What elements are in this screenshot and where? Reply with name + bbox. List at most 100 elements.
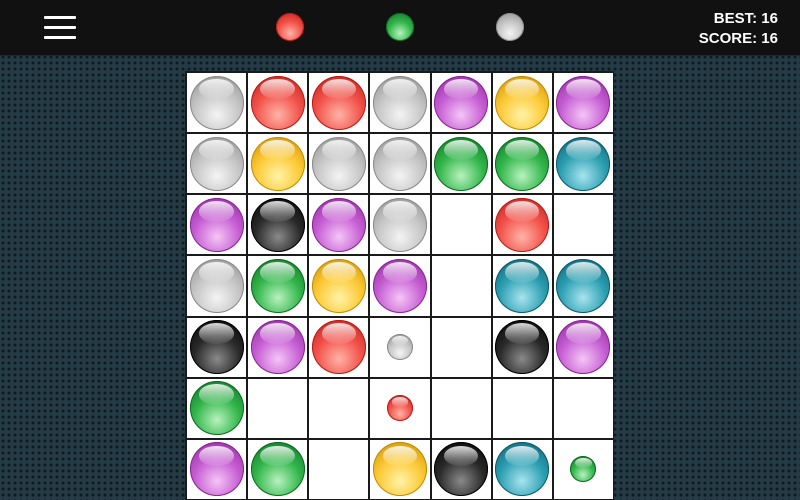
green-ball[interactable] <box>495 136 550 191</box>
gray-ball[interactable] <box>372 197 427 252</box>
game-board <box>185 71 614 500</box>
green-ball[interactable] <box>434 136 489 191</box>
board-cell[interactable] <box>370 134 430 194</box>
current-score: SCORE: 16 <box>698 30 778 47</box>
board-cell[interactable] <box>370 256 430 316</box>
green-ball[interactable] <box>250 442 305 497</box>
board-cell[interactable] <box>248 439 308 499</box>
red-ball[interactable] <box>311 75 366 130</box>
board-cell[interactable] <box>309 195 369 255</box>
menu-line <box>44 26 76 29</box>
board-cell[interactable] <box>370 195 430 255</box>
board-cell[interactable] <box>187 134 247 194</box>
black-ball[interactable] <box>434 442 489 497</box>
board-cell[interactable] <box>370 73 430 133</box>
top-bar: BEST: 16 SCORE: 16 <box>0 0 800 56</box>
gray-ball[interactable] <box>189 75 244 130</box>
board-cell[interactable] <box>431 378 491 438</box>
teal-ball[interactable] <box>556 136 611 191</box>
board-cell[interactable] <box>248 378 308 438</box>
board-cell[interactable] <box>248 317 308 377</box>
yellow-ball[interactable] <box>311 258 366 313</box>
red-ball[interactable] <box>495 197 550 252</box>
gray-ball[interactable] <box>372 75 427 130</box>
black-ball[interactable] <box>189 320 244 375</box>
board-cell[interactable] <box>553 195 613 255</box>
board-cell[interactable] <box>492 195 552 255</box>
yellow-ball[interactable] <box>250 136 305 191</box>
board-cell[interactable] <box>187 378 247 438</box>
board-cell[interactable] <box>309 256 369 316</box>
teal-ball[interactable] <box>556 258 611 313</box>
board-cell[interactable] <box>492 73 552 133</box>
board-cell[interactable] <box>431 439 491 499</box>
upcoming-red-ball <box>386 395 413 422</box>
board-cell[interactable] <box>370 317 430 377</box>
teal-ball[interactable] <box>495 442 550 497</box>
red-ball[interactable] <box>250 75 305 130</box>
menu-line <box>44 36 76 39</box>
board-cell[interactable] <box>248 195 308 255</box>
yellow-ball[interactable] <box>372 442 427 497</box>
board-cell[interactable] <box>309 134 369 194</box>
gray-ball[interactable] <box>311 136 366 191</box>
purple-ball[interactable] <box>556 75 611 130</box>
score-panel: BEST: 16 SCORE: 16 <box>699 9 778 49</box>
board-cell[interactable] <box>187 73 247 133</box>
board-cell[interactable] <box>492 317 552 377</box>
teal-ball[interactable] <box>495 258 550 313</box>
board-cell[interactable] <box>187 256 247 316</box>
board-cell[interactable] <box>248 134 308 194</box>
next-ball-green <box>386 13 414 41</box>
board-cell[interactable] <box>309 378 369 438</box>
board-cell[interactable] <box>431 134 491 194</box>
board-cell[interactable] <box>309 73 369 133</box>
board-cell[interactable] <box>431 317 491 377</box>
yellow-ball[interactable] <box>495 75 550 130</box>
black-ball[interactable] <box>495 320 550 375</box>
board-cell[interactable] <box>187 317 247 377</box>
board-cell[interactable] <box>553 439 613 499</box>
board-cell[interactable] <box>492 134 552 194</box>
board-cell[interactable] <box>370 439 430 499</box>
purple-ball[interactable] <box>434 75 489 130</box>
board-cell[interactable] <box>248 73 308 133</box>
hamburger-menu-icon[interactable] <box>44 15 76 41</box>
next-ball-red <box>276 13 304 41</box>
board-cell[interactable] <box>553 317 613 377</box>
board-cell[interactable] <box>553 134 613 194</box>
board-cell[interactable] <box>309 439 369 499</box>
board-cell[interactable] <box>370 378 430 438</box>
board-cell[interactable] <box>492 378 552 438</box>
board-cell[interactable] <box>431 73 491 133</box>
purple-ball[interactable] <box>311 197 366 252</box>
purple-ball[interactable] <box>372 258 427 313</box>
best-score: BEST: 16 <box>713 10 778 27</box>
purple-ball[interactable] <box>189 197 244 252</box>
red-ball[interactable] <box>311 320 366 375</box>
board-cell[interactable] <box>431 256 491 316</box>
board-cell[interactable] <box>187 439 247 499</box>
board-cell[interactable] <box>309 317 369 377</box>
green-ball[interactable] <box>189 381 244 436</box>
gray-ball[interactable] <box>372 136 427 191</box>
purple-ball[interactable] <box>189 442 244 497</box>
board-cell[interactable] <box>492 256 552 316</box>
green-ball[interactable] <box>250 258 305 313</box>
board-cell[interactable] <box>492 439 552 499</box>
board-cell[interactable] <box>553 256 613 316</box>
gray-ball[interactable] <box>189 258 244 313</box>
upcoming-gray-ball <box>386 334 413 361</box>
menu-line <box>44 16 76 19</box>
purple-ball[interactable] <box>250 320 305 375</box>
board-cell[interactable] <box>431 195 491 255</box>
upcoming-green-ball <box>570 456 597 483</box>
board-cell[interactable] <box>248 256 308 316</box>
board-cell[interactable] <box>187 195 247 255</box>
purple-ball[interactable] <box>556 320 611 375</box>
next-ball-gray <box>496 13 524 41</box>
board-cell[interactable] <box>553 378 613 438</box>
black-ball[interactable] <box>250 197 305 252</box>
gray-ball[interactable] <box>189 136 244 191</box>
board-cell[interactable] <box>553 73 613 133</box>
